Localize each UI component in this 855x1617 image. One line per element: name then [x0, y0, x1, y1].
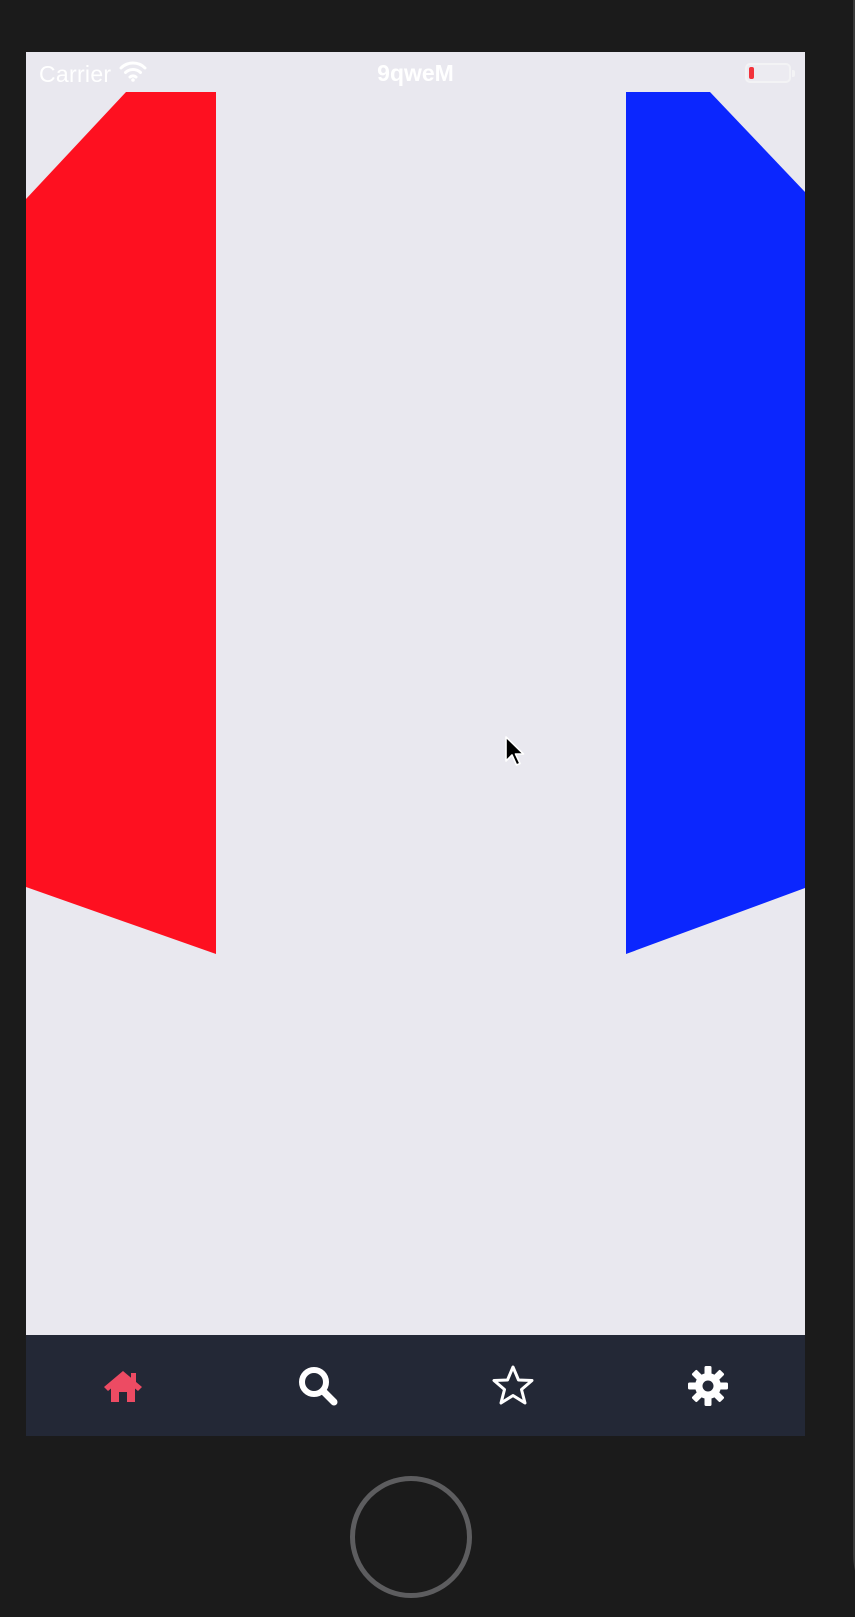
app-screen: Carrier 9qweM [26, 52, 805, 1436]
search-icon [296, 1364, 340, 1408]
tab-search[interactable] [221, 1335, 416, 1436]
device-frame: Carrier 9qweM [0, 0, 855, 1617]
mouse-cursor-icon [504, 735, 528, 774]
tab-bar [26, 1335, 805, 1436]
tab-settings[interactable] [610, 1335, 805, 1436]
left-ribbon-shape [26, 92, 216, 954]
ribbon-canvas [26, 92, 805, 954]
tab-favorites[interactable] [416, 1335, 611, 1436]
gear-icon [686, 1364, 730, 1408]
home-icon [101, 1367, 145, 1405]
right-ribbon-shape [626, 92, 805, 954]
home-button[interactable] [350, 1476, 472, 1598]
star-icon [491, 1364, 535, 1408]
tab-home[interactable] [26, 1335, 221, 1436]
